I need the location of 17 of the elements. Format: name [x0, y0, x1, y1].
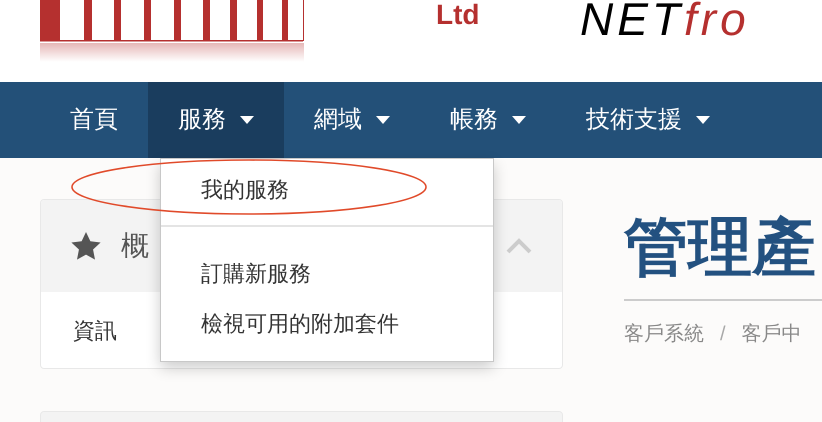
- logo-suffix: Ltd: [436, 1, 480, 29]
- nav-tab[interactable]: 帳務: [420, 82, 556, 158]
- logo-wordmark-accent: fro: [684, 0, 750, 42]
- nav-tab[interactable]: 首頁: [40, 82, 148, 158]
- menu-item[interactable]: 檢視可用的附加套件: [161, 299, 493, 349]
- star-icon: [71, 232, 101, 260]
- logo-wordmark: NET: [580, 0, 684, 42]
- breadcrumb-separator: /: [720, 322, 726, 347]
- menu-item[interactable]: 我的服務: [161, 159, 493, 221]
- nav-tab[interactable]: 技術支援: [556, 82, 740, 158]
- chevron-up-icon[interactable]: [506, 238, 532, 254]
- menu-item[interactable]: 訂購新服務: [161, 249, 493, 299]
- page-title: 管理產: [624, 210, 817, 285]
- nav-tab[interactable]: 服務: [148, 82, 284, 158]
- panel-title: 概: [121, 229, 149, 263]
- panel-link[interactable]: 資訊: [73, 314, 117, 346]
- nav-tab[interactable]: 網域: [284, 82, 420, 158]
